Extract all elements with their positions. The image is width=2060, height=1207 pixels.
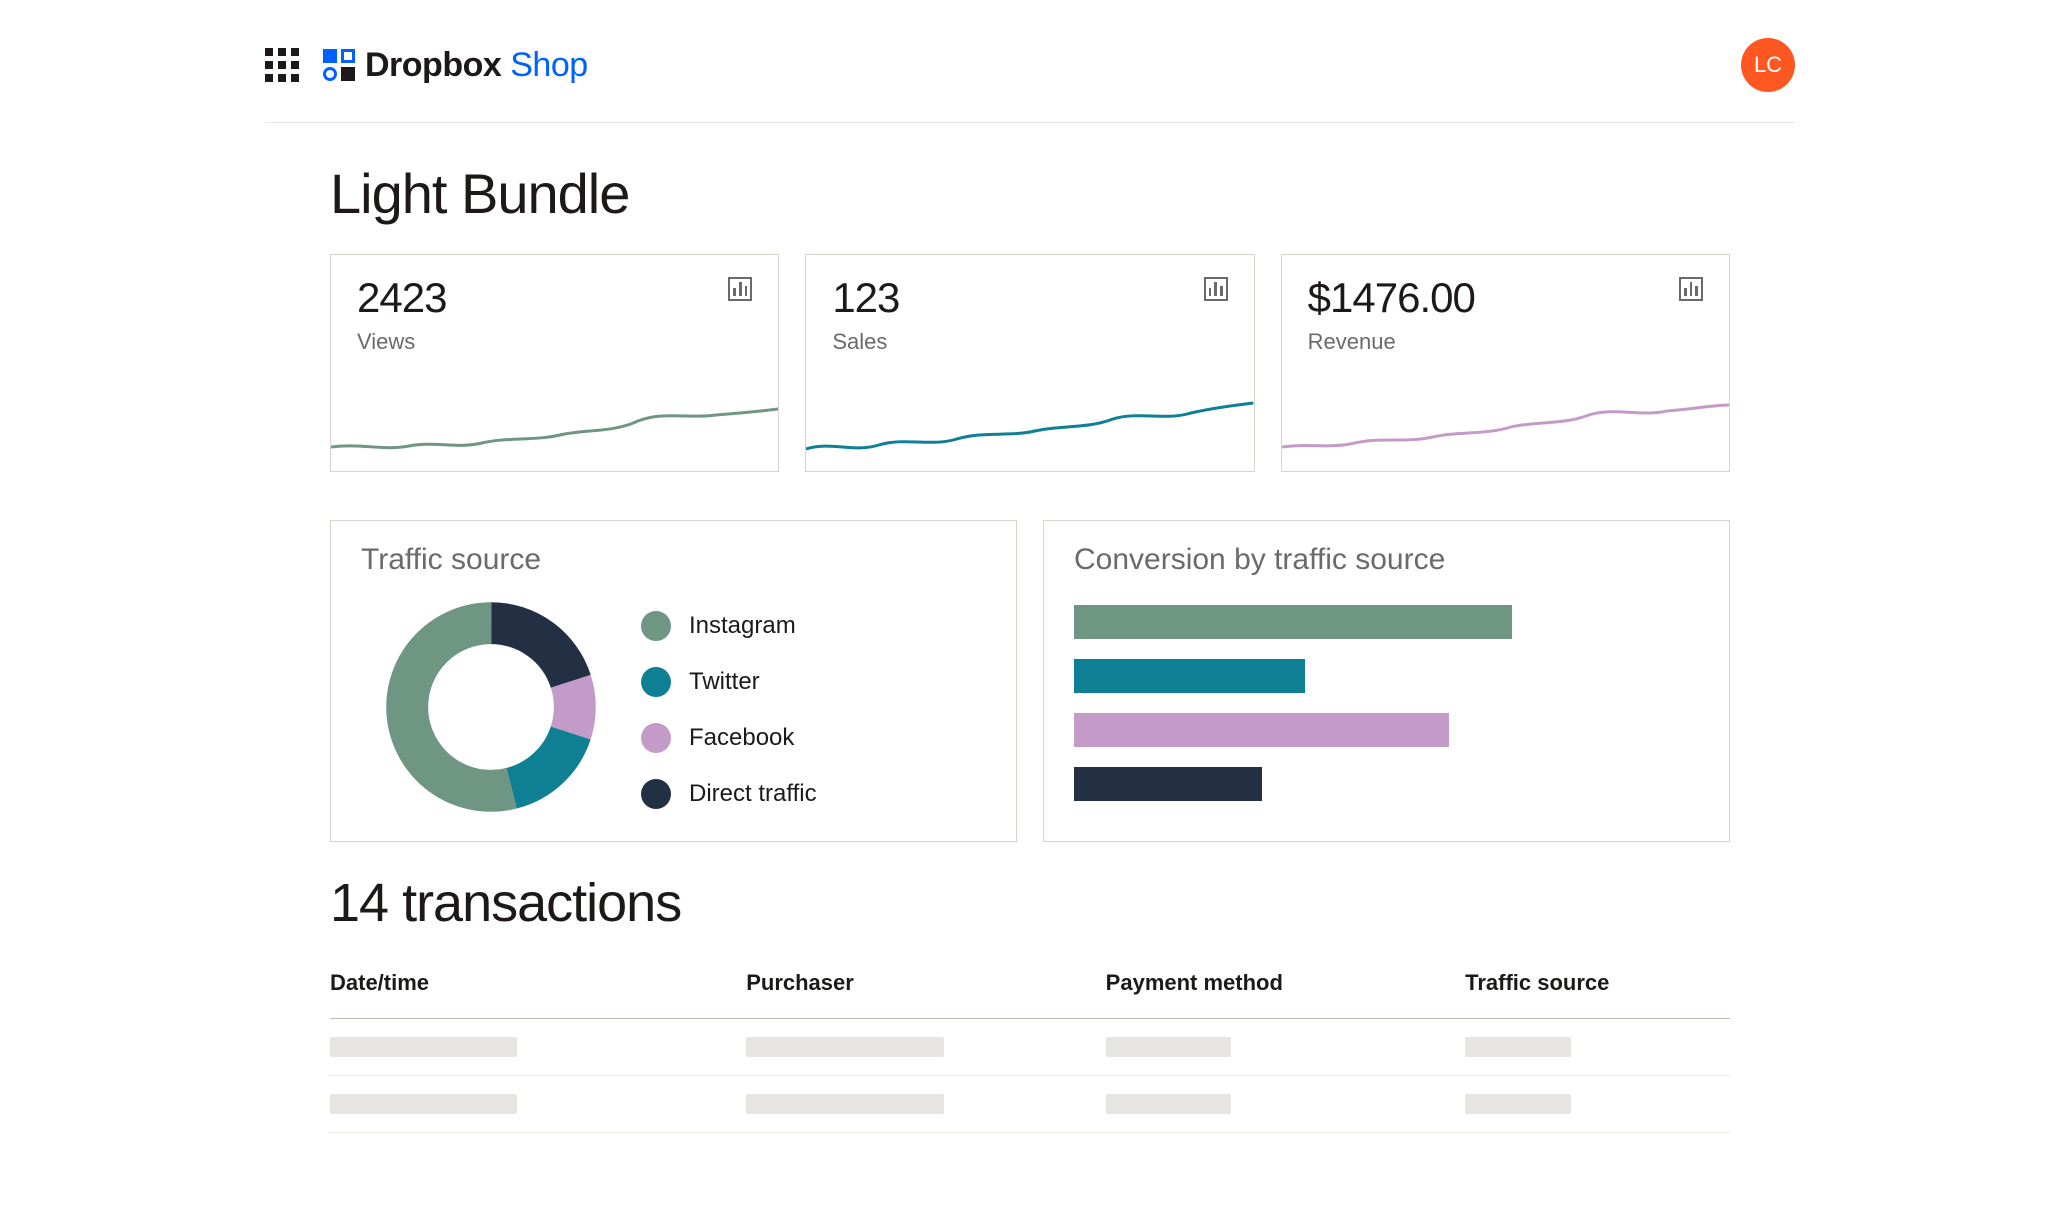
skeleton-cell (1465, 1094, 1571, 1114)
brand-glyph-icon (323, 49, 355, 81)
apps-grid-icon[interactable] (265, 48, 299, 82)
avatar[interactable]: LC (1741, 38, 1795, 92)
avatar-initials: LC (1754, 52, 1782, 78)
bar-chart-icon[interactable] (728, 277, 752, 301)
traffic-donut-chart (381, 597, 601, 817)
col-datetime: Date/time (330, 970, 746, 996)
bar-chart-icon[interactable] (1679, 277, 1703, 301)
stat-card-revenue[interactable]: $1476.00 Revenue (1281, 254, 1730, 472)
conversion-panel: Conversion by traffic source (1043, 520, 1730, 842)
legend-item-direct: Direct traffic (641, 779, 817, 809)
legend-dot-icon (641, 779, 671, 809)
stat-label: Views (357, 329, 446, 355)
legend-dot-icon (641, 667, 671, 697)
sales-sparkline (806, 391, 1253, 471)
panels-row: Traffic source Instagram (330, 520, 1730, 842)
skeleton-cell (746, 1094, 944, 1114)
skeleton-cell (746, 1037, 944, 1057)
skeleton-cell (1106, 1037, 1232, 1057)
legend-dot-icon (641, 611, 671, 641)
stat-label: Sales (832, 329, 899, 355)
bar-twitter (1074, 659, 1305, 693)
content: Light Bundle 2423 Views 123 Sales (330, 123, 1730, 1133)
brand-text: Dropbox Shop (365, 46, 588, 85)
page-title: Light Bundle (330, 161, 1730, 226)
bar-chart-icon[interactable] (1204, 277, 1228, 301)
stat-value: 2423 (357, 277, 446, 319)
transactions-title: 14 transactions (330, 872, 1730, 934)
stat-label: Revenue (1308, 329, 1475, 355)
panel-title: Traffic source (361, 543, 986, 577)
col-purchaser: Purchaser (746, 970, 1105, 996)
table-row[interactable] (330, 1076, 1730, 1133)
bar-direct (1074, 767, 1262, 801)
brand-logo[interactable]: Dropbox Shop (323, 46, 588, 85)
header-left: Dropbox Shop (265, 46, 588, 85)
panel-title: Conversion by traffic source (1074, 543, 1699, 577)
legend-label: Twitter (689, 668, 760, 696)
legend-item-twitter: Twitter (641, 667, 817, 697)
legend-dot-icon (641, 723, 671, 753)
bar-instagram (1074, 605, 1512, 639)
legend-label: Facebook (689, 724, 794, 752)
table-row[interactable] (330, 1019, 1730, 1076)
stat-cards-row: 2423 Views 123 Sales (330, 254, 1730, 472)
skeleton-cell (330, 1037, 517, 1057)
legend-item-facebook: Facebook (641, 723, 817, 753)
revenue-sparkline (1282, 391, 1729, 471)
traffic-source-panel: Traffic source Instagram (330, 520, 1017, 842)
skeleton-cell (1465, 1037, 1571, 1057)
skeleton-cell (330, 1094, 517, 1114)
brand-sub: Shop (510, 46, 587, 84)
conversion-bars (1074, 597, 1699, 801)
views-sparkline (331, 391, 778, 471)
legend-label: Instagram (689, 612, 796, 640)
brand-main: Dropbox (365, 46, 501, 84)
stat-card-sales[interactable]: 123 Sales (805, 254, 1254, 472)
transactions-header: Date/time Purchaser Payment method Traff… (330, 970, 1730, 1019)
legend-item-instagram: Instagram (641, 611, 817, 641)
bar-facebook (1074, 713, 1449, 747)
stat-value: 123 (832, 277, 899, 319)
stat-card-views[interactable]: 2423 Views (330, 254, 779, 472)
stat-value: $1476.00 (1308, 277, 1475, 319)
skeleton-cell (1106, 1094, 1232, 1114)
header: Dropbox Shop LC (265, 0, 1795, 123)
col-source: Traffic source (1465, 970, 1730, 996)
legend-label: Direct traffic (689, 780, 817, 808)
col-payment: Payment method (1106, 970, 1465, 996)
legend: Instagram Twitter Facebook Direct traffi… (641, 605, 817, 809)
